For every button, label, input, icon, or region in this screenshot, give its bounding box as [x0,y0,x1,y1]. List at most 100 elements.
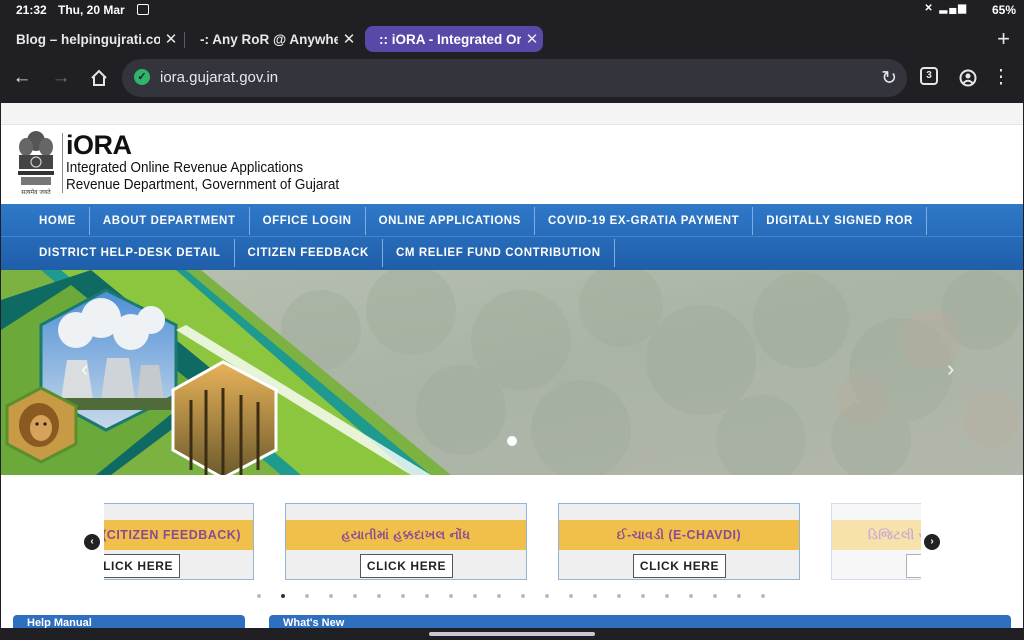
battery-level: 65% [991,3,1016,17]
carousel-dot[interactable] [713,594,717,598]
card-title: (CITIZEN FEEDBACK) [104,520,253,550]
status-bar: 21:32 Thu, 20 Mar ✕ ▂▄▆ 65% [0,0,1024,20]
nav-digitally-signed-ror[interactable]: DIGITALLY SIGNED ROR [753,207,927,235]
nav-office-login[interactable]: OFFICE LOGIN [250,207,366,235]
site-name: iORA [66,130,132,160]
carousel-dot[interactable] [401,594,405,598]
emblem-motto: सत्यमेव जयते [21,188,51,196]
hero-next-arrow[interactable]: › [947,356,954,382]
tab-divider [184,32,185,48]
close-tab-icon[interactable]: ✕ [521,30,543,48]
nav-citizen-feedback[interactable]: CITIZEN FEEDBACK [235,239,383,267]
mute-icon: ✕ [924,3,935,14]
new-tab-icon[interactable]: + [997,26,1010,52]
service-card-e-chavdi[interactable]: ઈ-ચાવડી (E-CHAVDI) CLICK HERE [558,503,800,580]
click-here-button[interactable]: C [906,554,921,578]
home-gesture-handle[interactable] [429,632,595,636]
reload-icon[interactable]: ↻ [881,67,897,90]
browser-toolbar: ← → ✓ iora.gujarat.gov.in ↻ 3 ⋮ [0,56,1024,100]
site-department: Revenue Department, Government of Gujara… [66,176,340,193]
cards-viewport: (CITIZEN FEEDBACK) CLICK HERE હયાતીમાં હ… [104,503,921,583]
close-tab-icon[interactable]: ✕ [338,30,360,48]
more-menu-icon[interactable]: ⋮ [989,66,1013,90]
tab-strip: Blog – helpingujrati.com ✕ -: Any RoR @ … [0,22,1024,56]
card-title: ઈ-ચાવડી (E-CHAVDI) [559,520,799,550]
carousel-dot[interactable] [497,594,501,598]
home-icon[interactable] [87,66,111,90]
carousel-dot[interactable] [473,594,477,598]
carousel-dot[interactable] [521,594,525,598]
service-card-hayati-hakk[interactable]: હયાતીમાં હક્કદાખલ નોંધ CLICK HERE [285,503,527,580]
carousel-dot[interactable] [425,594,429,598]
status-icons: ✕ ▂▄▆ [924,3,968,14]
nav-row-divider [1,236,1023,237]
carousel-dot[interactable] [665,594,669,598]
nav-about-department[interactable]: ABOUT DEPARTMENT [90,207,250,235]
carousel-dot[interactable] [281,594,285,598]
service-card-digitally-signed[interactable]: ડિજિટલી સ C [831,503,921,580]
tab-title: -: Any RoR @ Anywhere [200,31,338,47]
nav-row-1: HOME ABOUT DEPARTMENT OFFICE LOGIN ONLIN… [26,207,927,235]
carousel-pagination [257,594,785,598]
hero-prev-arrow[interactable]: ‹ [81,356,88,382]
carousel-dot[interactable] [641,594,645,598]
browser-tab-3-active[interactable]: :: iORA - Integrated Online ✕ [365,26,543,52]
back-icon[interactable]: ← [10,66,34,90]
carousel-dot[interactable] [593,594,597,598]
carousel-dot[interactable] [545,594,549,598]
status-date: Thu, 20 Mar [58,3,125,17]
carousel-dot[interactable] [329,594,333,598]
nav-home[interactable]: HOME [26,207,90,235]
signal-icon: ▂▄▆ [939,3,968,14]
click-here-button[interactable]: CLICK HERE [633,554,726,578]
nav-district-helpdesk[interactable]: DISTRICT HELP-DESK DETAIL [26,239,235,267]
nav-online-applications[interactable]: ONLINE APPLICATIONS [366,207,535,235]
carousel-dot[interactable] [569,594,573,598]
card-title: હયાતીમાં હક્કદાખલ નોંધ [286,520,526,550]
hero-slider[interactable]: ‹ › [1,270,1023,475]
nav-row-2: DISTRICT HELP-DESK DETAIL CITIZEN FEEDBA… [26,239,615,267]
carousel-next-button[interactable]: › [924,534,940,550]
gallery-notification-icon [137,4,149,15]
carousel-dot[interactable] [737,594,741,598]
ashoka-emblem-icon: सत्यमेव जयते [13,127,59,197]
browser-tab-1[interactable]: Blog – helpingujrati.com ✕ [2,26,182,52]
site-brand[interactable]: iORA Integrated Online Revenue Applicati… [66,131,370,193]
secure-site-icon[interactable]: ✓ [134,69,150,85]
carousel-prev-button[interactable]: ‹ [84,534,100,550]
browser-tab-2[interactable]: -: Any RoR @ Anywhere ✕ [186,26,360,52]
whats-new-panel-header: What's New [269,615,1011,628]
logo-divider [62,133,63,193]
system-nav-bar [0,628,1024,640]
web-page: सत्यमेव जयते iORA Integrated Online Reve… [1,103,1023,628]
main-navigation: HOME ABOUT DEPARTMENT OFFICE LOGIN ONLIN… [1,204,1023,270]
carousel-dot[interactable] [761,594,765,598]
carousel-dot[interactable] [689,594,693,598]
services-carousel: ‹ (CITIZEN FEEDBACK) CLICK HERE હયાતીમાં… [1,475,1023,628]
service-card-citizen-feedback[interactable]: (CITIZEN FEEDBACK) CLICK HERE [104,503,254,580]
top-strip [1,103,1023,125]
tab-switcher-button[interactable]: 3 [920,67,938,85]
carousel-dot[interactable] [305,594,309,598]
carousel-dot[interactable] [449,594,453,598]
click-here-button[interactable]: CLICK HERE [360,554,453,578]
nav-covid-ex-gratia[interactable]: COVID-19 EX-GRATIA PAYMENT [535,207,754,235]
help-manual-panel-header: Help Manual [13,615,245,628]
url-text: iora.gujarat.gov.in [160,69,279,86]
close-tab-icon[interactable]: ✕ [160,30,182,48]
click-here-button[interactable]: CLICK HERE [104,554,180,578]
address-bar[interactable]: ✓ iora.gujarat.gov.in ↻ [122,59,907,97]
carousel-dot[interactable] [617,594,621,598]
site-subtitle: Integrated Online Revenue Applications [66,159,304,176]
carousel-dot[interactable] [353,594,357,598]
tab-title: :: iORA - Integrated Online [379,31,521,47]
card-title: ડિજિટલી સ [832,520,921,550]
carousel-dot[interactable] [257,594,261,598]
account-icon[interactable] [956,66,980,90]
status-time: 21:32 [16,3,47,17]
carousel-dot[interactable] [377,594,381,598]
forward-icon[interactable]: → [49,66,73,90]
hero-slide-indicator[interactable] [507,436,517,446]
nav-cm-relief-fund[interactable]: CM RELIEF FUND CONTRIBUTION [383,239,615,267]
tab-title: Blog – helpingujrati.com [16,31,160,47]
